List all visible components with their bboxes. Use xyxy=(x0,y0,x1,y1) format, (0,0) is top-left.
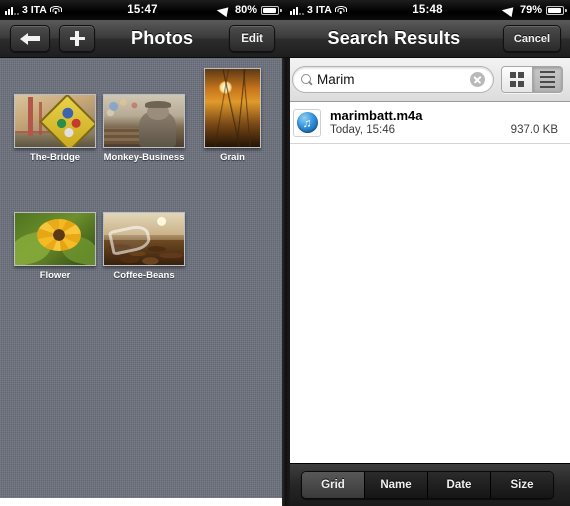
photos-linen-background: The-Bridge Monkey-Business Grain Flower … xyxy=(0,58,285,498)
screen: 3 ITA 15:47 80% Photos Edit The-Bridge M… xyxy=(0,0,570,506)
back-button[interactable] xyxy=(10,25,50,52)
carrier-label: 3 ITA xyxy=(307,4,332,16)
plus-icon xyxy=(69,31,85,46)
battery-icon xyxy=(546,5,567,15)
photo-item[interactable]: Grain xyxy=(204,68,261,163)
photos-navbar: Photos Edit xyxy=(0,20,285,58)
view-toggle xyxy=(501,66,563,93)
carrier-label: 3 ITA xyxy=(22,4,47,16)
list-view-icon xyxy=(540,70,555,89)
grid-view-icon xyxy=(509,72,525,87)
list-item-text: marimbatt.m4a Today, 15:46 937.0 KB xyxy=(330,108,562,137)
back-arrow-icon xyxy=(20,32,40,45)
photo-item[interactable]: The-Bridge xyxy=(14,94,96,163)
file-icon: ♫ xyxy=(293,108,321,137)
bottom-edge xyxy=(0,498,285,506)
location-arrow-icon xyxy=(501,3,519,17)
status-right-group: 79% xyxy=(456,3,570,17)
edit-button[interactable]: Edit xyxy=(229,25,275,52)
status-left-group: 3 ITA xyxy=(285,4,399,16)
add-button[interactable] xyxy=(59,25,95,52)
cancel-button[interactable]: Cancel xyxy=(502,25,561,52)
status-bar-right: 3 ITA 15:48 79% xyxy=(285,0,570,20)
search-bar: Marim xyxy=(285,58,570,102)
photo-thumbnail[interactable] xyxy=(103,94,185,148)
photo-thumbnail[interactable] xyxy=(103,212,185,266)
photo-label: The-Bridge xyxy=(29,152,81,163)
status-left-group: 3 ITA xyxy=(0,4,114,16)
sort-segment-name[interactable]: Name xyxy=(364,472,427,498)
search-navbar: Search Results Cancel xyxy=(285,20,570,58)
photos-panel: 3 ITA 15:47 80% Photos Edit The-Bridge M… xyxy=(0,0,285,506)
battery-percent-label: 80% xyxy=(234,4,257,16)
search-input[interactable]: Marim xyxy=(292,66,494,93)
list-item[interactable]: ♫ marimbatt.m4a Today, 15:46 937.0 KB xyxy=(285,102,570,144)
search-icon xyxy=(301,74,312,85)
sort-segmented-control: Grid Name Date Size xyxy=(301,471,554,499)
photo-artwork xyxy=(104,213,184,265)
wifi-icon xyxy=(49,5,62,15)
status-right-group: 80% xyxy=(171,3,285,17)
sort-segment-size[interactable]: Size xyxy=(490,472,553,498)
sort-segment-grid[interactable]: Grid xyxy=(302,472,364,498)
photo-label: Coffee-Beans xyxy=(113,270,175,281)
photo-artwork xyxy=(104,95,184,147)
search-results-panel: 3 ITA 15:48 79% Search Results Cancel Ma… xyxy=(285,0,570,506)
battery-percent-label: 79% xyxy=(519,4,542,16)
photo-item[interactable]: Flower xyxy=(14,212,96,281)
list-view-button[interactable] xyxy=(532,67,562,92)
panel-divider xyxy=(282,58,290,506)
signal-bars-icon xyxy=(5,6,19,15)
photo-artwork xyxy=(15,95,95,147)
photo-thumbnail[interactable] xyxy=(14,94,96,148)
photo-artwork xyxy=(15,213,95,265)
status-clock: 15:48 xyxy=(412,4,443,16)
search-title: Search Results xyxy=(327,28,461,48)
photo-thumbnail[interactable] xyxy=(14,212,96,266)
sort-toolbar: Grid Name Date Size xyxy=(285,463,570,506)
page-title: Photos xyxy=(131,28,194,48)
clear-icon[interactable] xyxy=(470,72,485,87)
file-size: 937.0 KB xyxy=(510,124,558,136)
status-bar-left: 3 ITA 15:47 80% xyxy=(0,0,285,20)
photo-grid: The-Bridge Monkey-Business Grain Flower … xyxy=(0,58,285,498)
file-meta: Today, 15:46 937.0 KB xyxy=(330,123,562,137)
location-arrow-icon xyxy=(216,3,234,17)
photo-thumbnail[interactable] xyxy=(204,68,261,148)
results-list: ♫ marimbatt.m4a Today, 15:46 937.0 KB xyxy=(285,102,570,463)
photo-label: Flower xyxy=(39,270,71,281)
status-clock: 15:47 xyxy=(127,4,158,16)
search-input-value: Marim xyxy=(317,72,355,87)
photo-item[interactable]: Monkey-Business xyxy=(103,94,185,163)
music-note-icon: ♫ xyxy=(296,112,318,133)
photo-item[interactable]: Coffee-Beans xyxy=(103,212,185,281)
photo-artwork xyxy=(205,69,260,147)
sort-segment-date[interactable]: Date xyxy=(427,472,490,498)
battery-icon xyxy=(261,5,282,15)
file-name: marimbatt.m4a xyxy=(330,108,423,123)
wifi-icon xyxy=(334,5,347,15)
file-date: Today, 15:46 xyxy=(330,124,396,136)
signal-bars-icon xyxy=(290,6,304,15)
grid-view-button[interactable] xyxy=(502,67,532,92)
photo-label: Monkey-Business xyxy=(103,152,185,163)
photo-label: Grain xyxy=(220,152,245,163)
